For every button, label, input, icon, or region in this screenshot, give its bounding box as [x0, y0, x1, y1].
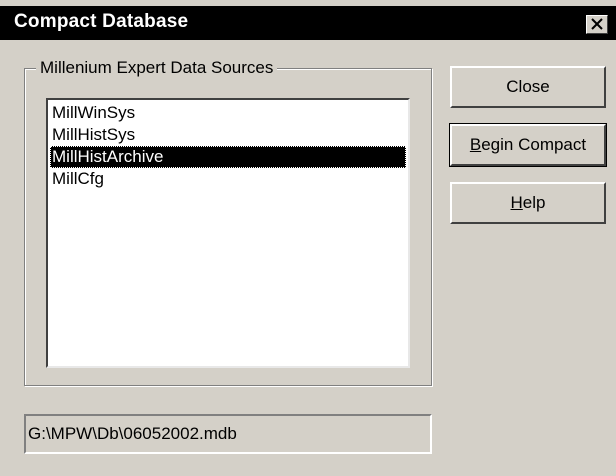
data-sources-list[interactable]: MillWinSys MillHistSys MillHistArchive M… [46, 98, 410, 368]
help-label: elp [522, 193, 546, 212]
help-button[interactable]: Help [450, 182, 606, 224]
compact-database-dialog: Compact Database Millenium Expert Data S… [0, 0, 616, 476]
group-legend: Millenium Expert Data Sources [36, 58, 278, 78]
close-button[interactable]: Close [450, 66, 606, 108]
title-bar[interactable]: Compact Database [0, 6, 616, 40]
list-item[interactable]: MillWinSys [50, 102, 406, 124]
begin-compact-mnemonic: B [469, 135, 482, 154]
begin-compact-button[interactable]: Begin Compact [449, 123, 607, 167]
database-path-field: G:\MPW\Db\06052002.mdb [24, 414, 432, 454]
close-x-icon[interactable] [586, 15, 608, 34]
window-title: Compact Database [14, 11, 189, 32]
begin-compact-label: egin Compact [481, 135, 587, 154]
list-item[interactable]: MillHistSys [50, 124, 406, 146]
list-item-selected[interactable]: MillHistArchive [50, 146, 406, 168]
list-item[interactable]: MillCfg [50, 168, 406, 190]
help-mnemonic: H [510, 193, 523, 212]
